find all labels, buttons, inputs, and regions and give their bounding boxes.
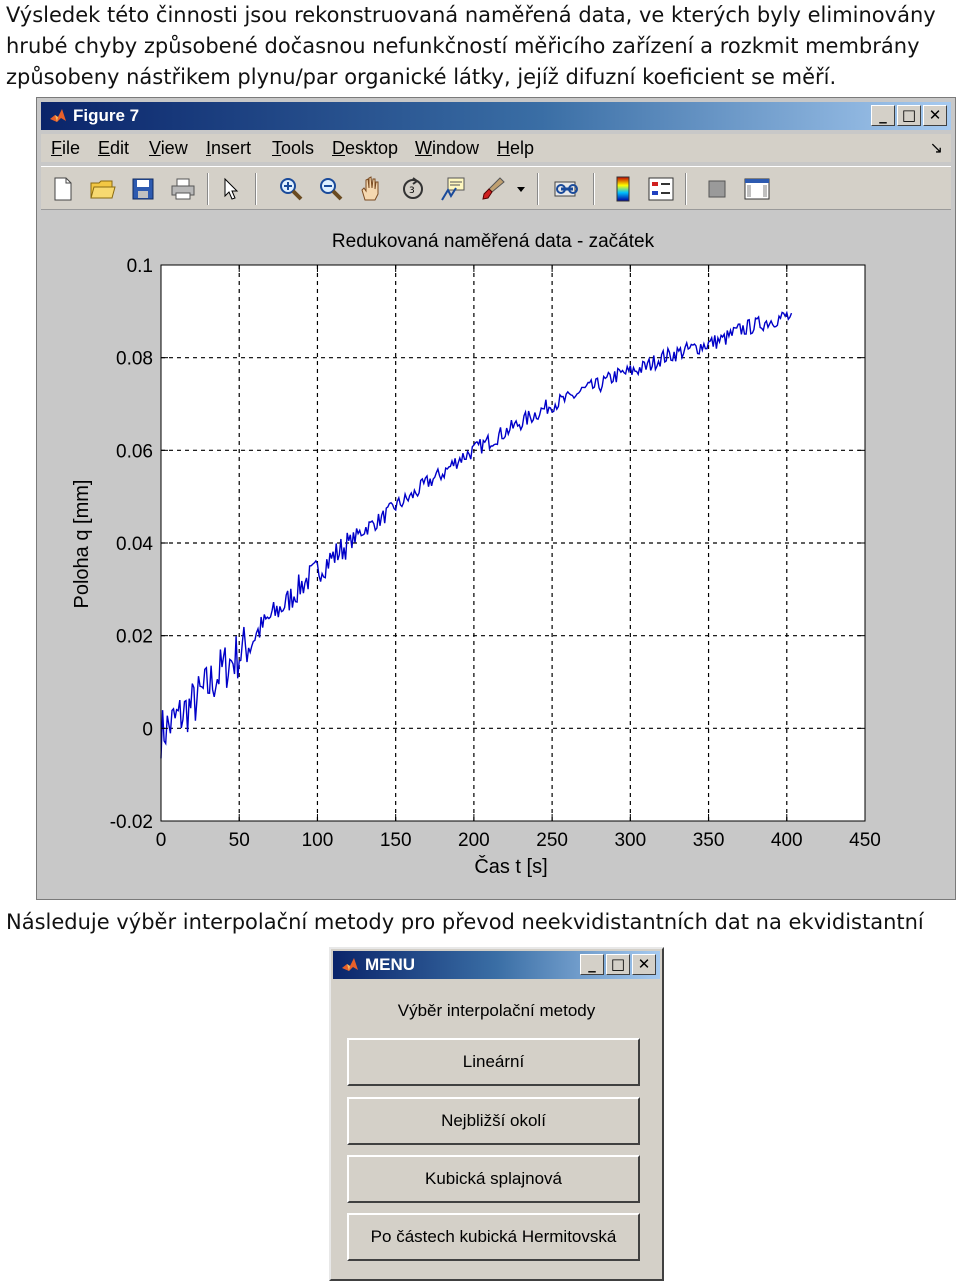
y-tick-label: 0 bbox=[142, 719, 153, 740]
outro-paragraph: Následuje výběr interpolační metody pro … bbox=[6, 910, 924, 934]
cubic-spline-button[interactable]: Kubická splajnová bbox=[347, 1155, 640, 1203]
x-tick-labels: 0 50 100 150 200 250 300 350 400 450 bbox=[156, 830, 881, 851]
plot-area[interactable]: 0 50 100 150 200 250 300 350 400 450 -0.0200.020.… bbox=[37, 98, 955, 899]
interpolation-method-label: Výběr interpolační metody bbox=[397, 1001, 596, 1020]
x-tick-label: 50 bbox=[229, 830, 250, 851]
intro-paragraph: Výsledek této činnosti jsou rekonstruova… bbox=[6, 3, 936, 89]
minimize-button[interactable]: _ bbox=[580, 954, 604, 975]
close-button[interactable]: ✕ bbox=[632, 954, 656, 975]
x-tick-label: 350 bbox=[693, 830, 725, 851]
y-tick-label: 0.08 bbox=[116, 349, 153, 370]
y-axis-label: Poloha q [mm] bbox=[71, 480, 93, 609]
x-tick-label: 300 bbox=[614, 830, 646, 851]
x-tick-label: 100 bbox=[302, 830, 334, 851]
maximize-button[interactable]: □ bbox=[606, 954, 630, 975]
y-tick-label: 0.06 bbox=[116, 441, 153, 462]
menu-dialog: MENU _ □ ✕ Výběr interpolační metody Lin… bbox=[329, 947, 664, 1281]
y-tick-label: 0.02 bbox=[116, 627, 153, 648]
figure-window: Figure 7 _ □ ✕ File Edit View Insert Too… bbox=[36, 97, 956, 900]
linear-button[interactable]: Lineární bbox=[347, 1038, 640, 1086]
nearest-neighbor-button[interactable]: Nejbližší okolí bbox=[347, 1097, 640, 1145]
x-tick-label: 0 bbox=[156, 830, 167, 851]
x-axis-label: Čas t [s] bbox=[474, 855, 547, 878]
x-tick-label: 450 bbox=[849, 830, 881, 851]
y-tick-label: 0.04 bbox=[116, 534, 153, 555]
x-tick-label: 200 bbox=[458, 830, 490, 851]
x-tick-label: 400 bbox=[771, 830, 803, 851]
hermite-cubic-button[interactable]: Po částech kubická Hermitovská bbox=[347, 1213, 640, 1261]
y-tick-label: 0.1 bbox=[127, 256, 153, 277]
y-tick-label: -0.02 bbox=[110, 812, 153, 833]
x-tick-label: 250 bbox=[536, 830, 568, 851]
chart-title: Redukovaná naměřená data - začátek bbox=[332, 231, 655, 252]
x-tick-label: 150 bbox=[380, 830, 412, 851]
menu-title: MENU bbox=[365, 955, 416, 974]
y-tick-labels: -0.02 0 0.02 0.04 0.06 0.08 0.1 bbox=[110, 256, 154, 833]
menu-title-bar[interactable]: MENU _ □ ✕ bbox=[333, 951, 660, 979]
matlab-logo-icon bbox=[342, 958, 358, 971]
